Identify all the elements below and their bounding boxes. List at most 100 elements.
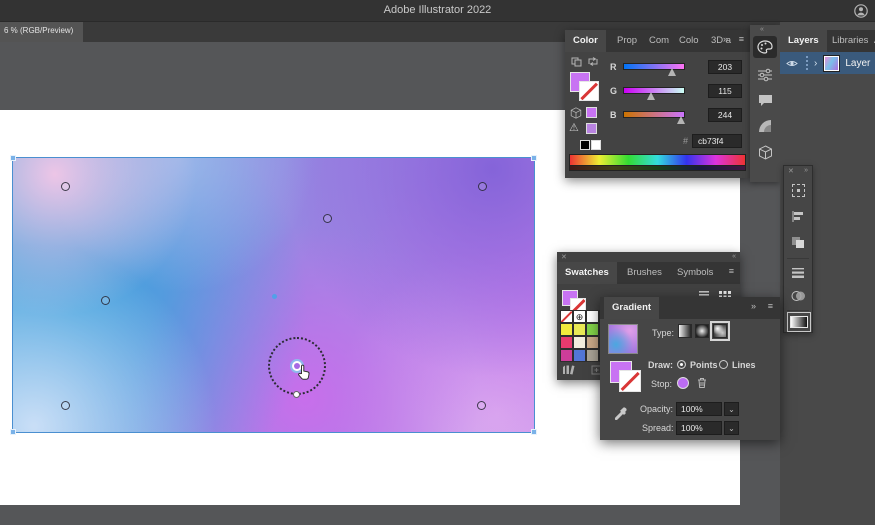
stroke-panel-icon[interactable]: [788, 262, 808, 282]
swatch-libraries-icon[interactable]: [562, 364, 575, 375]
spectrum-shade-bar[interactable]: [569, 166, 746, 171]
linear-gradient-button[interactable]: [678, 324, 692, 338]
color-spectrum-bar[interactable]: [569, 154, 746, 166]
swatch[interactable]: [560, 310, 573, 323]
collapse-dock-icon[interactable]: «: [760, 26, 764, 33]
gradient-mesh-point[interactable]: [478, 182, 487, 191]
layer-name[interactable]: Layer: [845, 58, 870, 69]
swap-fill-stroke-icon[interactable]: [587, 56, 599, 67]
panel-overflow-icon[interactable]: »: [751, 301, 756, 311]
blue-slider-handle[interactable]: [677, 116, 686, 124]
account-icon[interactable]: [853, 3, 869, 19]
gradient-mesh-point[interactable]: [101, 296, 110, 305]
stroke-color-swatch[interactable]: [619, 370, 641, 392]
gradient-anchor-dot[interactable]: [272, 294, 277, 299]
pathfinder-panel-icon[interactable]: [788, 232, 808, 252]
blue-value-field[interactable]: 244: [708, 108, 742, 122]
comments-panel-icon[interactable]: [753, 89, 777, 111]
freeform-gradient-button[interactable]: [710, 321, 730, 341]
3d-materials-panel-icon[interactable]: [753, 141, 777, 163]
selection-handle[interactable]: [10, 155, 16, 161]
swatch[interactable]: [586, 310, 599, 323]
swatch[interactable]: [586, 336, 599, 349]
swatch[interactable]: [586, 349, 599, 362]
gradient-stop-swatch[interactable]: [677, 377, 689, 389]
selection-handle[interactable]: [531, 155, 537, 161]
tab-3d-materials[interactable]: 3D a: [703, 30, 739, 52]
eyedropper-icon[interactable]: [613, 407, 628, 422]
tab-symbols[interactable]: Symbols: [669, 262, 721, 284]
tab-brushes[interactable]: Brushes: [619, 262, 670, 284]
green-value-field[interactable]: 115: [708, 84, 742, 98]
tab-artboards[interactable]: Art: [866, 30, 875, 52]
align-panel-icon[interactable]: [788, 206, 808, 226]
gradient-mesh-point[interactable]: [61, 401, 70, 410]
spread-value-field[interactable]: 100%: [676, 421, 722, 435]
lines-radio-label[interactable]: Lines: [732, 360, 756, 370]
gradient-preview-thumbnail[interactable]: [608, 324, 638, 354]
layer-visibility-eye-icon[interactable]: [786, 59, 798, 68]
red-value-field[interactable]: 203: [708, 60, 742, 74]
opacity-dropdown-icon[interactable]: ⌄: [724, 402, 739, 416]
points-radio[interactable]: [677, 360, 686, 369]
tab-color-guide[interactable]: Colo: [671, 30, 707, 52]
lines-radio[interactable]: [719, 360, 728, 369]
tab-layers[interactable]: Layers: [780, 30, 827, 52]
close-panel-icon[interactable]: ✕: [561, 253, 567, 261]
layer-thumbnail[interactable]: [823, 54, 841, 72]
color-panel-icon[interactable]: [753, 36, 777, 58]
opacity-value-field[interactable]: 100%: [676, 402, 722, 416]
tab-swatches[interactable]: Swatches: [557, 262, 617, 284]
stroke-color-swatch[interactable]: [579, 81, 599, 101]
tab-color[interactable]: Color: [565, 30, 606, 52]
blue-slider[interactable]: [623, 111, 686, 124]
green-slider-handle[interactable]: [647, 92, 656, 100]
spread-handle[interactable]: [293, 391, 300, 398]
properties-panel-icon[interactable]: [753, 64, 777, 86]
swatch[interactable]: [560, 323, 573, 336]
gradient-mesh-point[interactable]: [477, 401, 486, 410]
transform-panel-icon[interactable]: [788, 180, 808, 200]
close-dock-icon[interactable]: ✕: [788, 167, 794, 175]
black-chip[interactable]: [580, 140, 590, 150]
layer-expand-chevron[interactable]: ›: [814, 58, 817, 69]
layer-lock-column[interactable]: [806, 56, 809, 70]
delete-stop-trash-icon[interactable]: [697, 377, 707, 389]
spread-dropdown-icon[interactable]: ⌄: [724, 421, 739, 435]
out-of-web-warning-icon[interactable]: ⚠: [569, 121, 579, 134]
panel-menu-icon[interactable]: ≡: [729, 266, 734, 276]
document-tab[interactable]: 6 % (RGB/Preview): [0, 22, 84, 42]
swatch[interactable]: ⊕: [573, 310, 586, 323]
white-chip[interactable]: [591, 140, 601, 150]
tab-gradient[interactable]: Gradient: [604, 297, 660, 319]
copy-color-icon[interactable]: [571, 57, 582, 67]
panel-menu-icon[interactable]: ≡: [768, 301, 773, 311]
transparency-panel-icon[interactable]: [788, 286, 808, 306]
selection-handle[interactable]: [10, 429, 16, 435]
selection-handle[interactable]: [531, 429, 537, 435]
hex-value-field[interactable]: cb73f4: [692, 134, 742, 148]
radial-gradient-button[interactable]: [695, 324, 709, 338]
swatch[interactable]: [573, 336, 586, 349]
panel-overflow-icon[interactable]: »: [723, 34, 728, 44]
tab-properties[interactable]: Prop: [609, 30, 645, 52]
swatch[interactable]: [560, 349, 573, 362]
expand-dock-icon[interactable]: »: [804, 167, 808, 174]
collapse-panel-icon[interactable]: «: [732, 253, 736, 260]
web-safe-color-chip[interactable]: [586, 123, 597, 134]
green-slider[interactable]: [623, 87, 685, 100]
panel-menu-icon[interactable]: ≡: [739, 34, 744, 44]
swatch[interactable]: [586, 323, 599, 336]
points-radio-label[interactable]: Points: [690, 360, 718, 370]
gradient-panel-icon[interactable]: [787, 312, 811, 332]
out-of-gamut-cube-icon[interactable]: [570, 107, 582, 119]
swatch[interactable]: [573, 323, 586, 336]
red-slider[interactable]: [623, 63, 685, 76]
swatch[interactable]: [573, 349, 586, 362]
gamut-color-chip[interactable]: [586, 107, 597, 118]
gradient-mesh-point[interactable]: [323, 214, 332, 223]
swatch[interactable]: [560, 336, 573, 349]
layer-row[interactable]: › Layer: [780, 52, 875, 74]
gradient-mesh-point[interactable]: [61, 182, 70, 191]
color-guide-panel-icon[interactable]: [753, 115, 777, 137]
